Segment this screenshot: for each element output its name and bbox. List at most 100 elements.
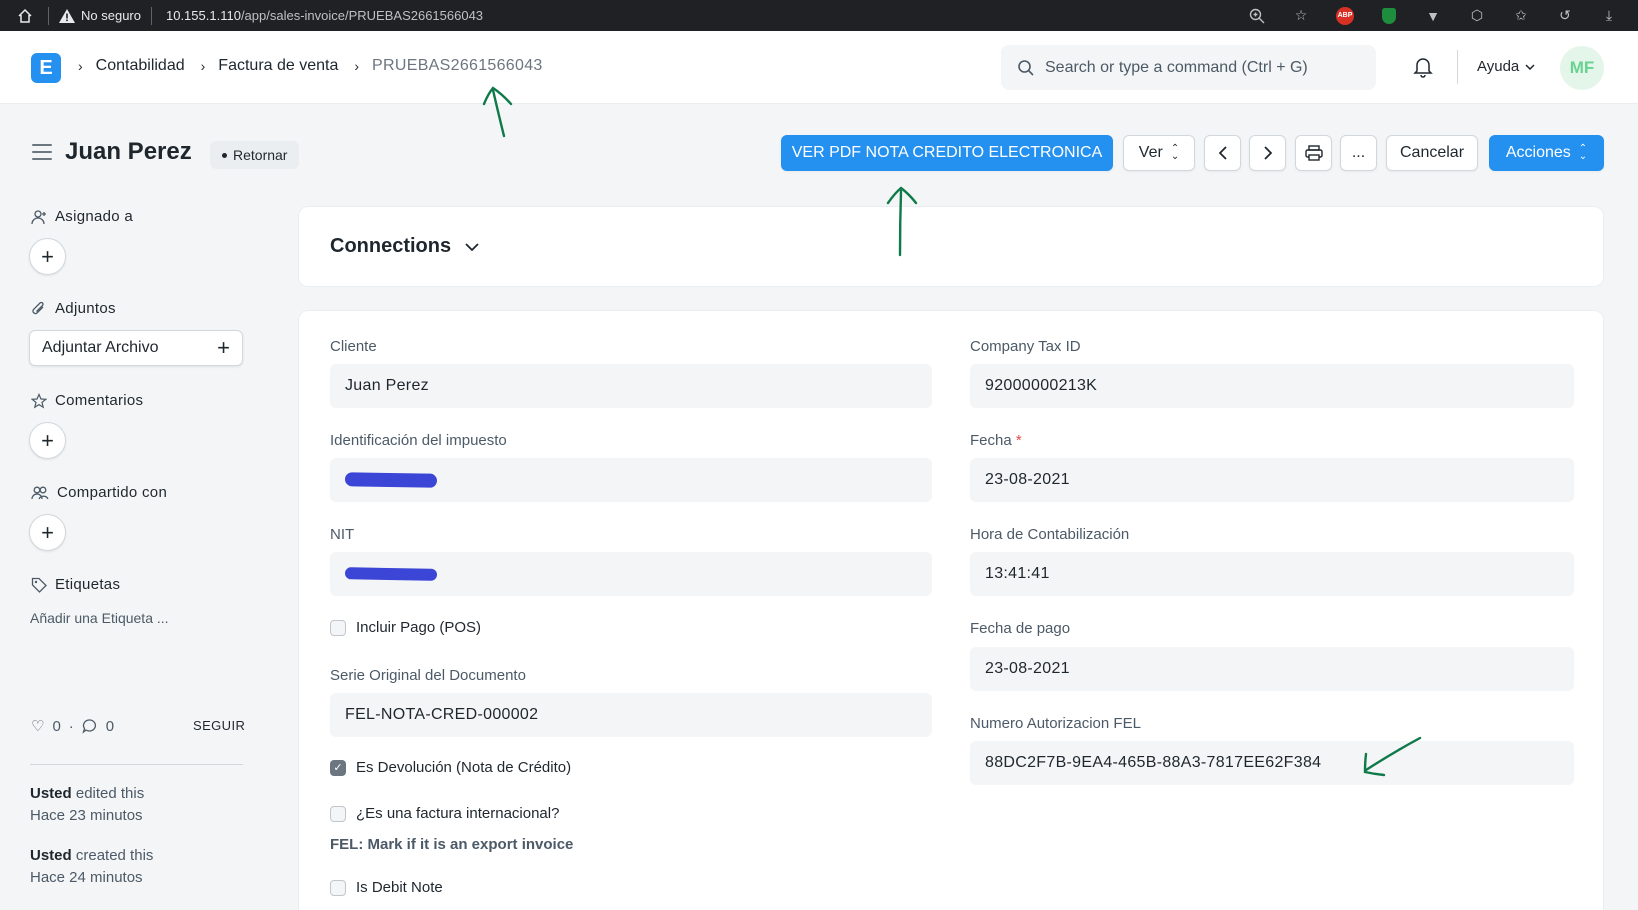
security-indicator[interactable]: No seguro [59, 8, 141, 23]
status-badge: Retornar [210, 141, 300, 169]
original-series-label: Serie Original del Documento [330, 667, 526, 684]
add-tag-link[interactable]: Añadir una Etiqueta ... [30, 610, 169, 626]
toolbar-divider [48, 6, 49, 25]
payment-date-field[interactable]: 23-08-2021 [970, 647, 1574, 691]
search-input[interactable]: Search or type a command (Ctrl + G) [1001, 45, 1376, 90]
status-label: Retornar [233, 147, 288, 163]
star-icon [31, 392, 47, 408]
fel-authorization-label: Numero Autorizacion FEL [970, 715, 1141, 732]
tax-id-field[interactable] [330, 458, 932, 502]
tag-icon [31, 577, 47, 593]
abp-icon[interactable]: ABP [1334, 5, 1356, 27]
breadcrumb-current-document[interactable]: PRUEBAS2661566043 [372, 57, 543, 75]
url-path: /app/sales-invoice/PRUEBAS2661566043 [240, 8, 484, 23]
actions-dropdown-button[interactable]: Acciones ⌃ ⌄ [1489, 135, 1604, 171]
checkbox-box[interactable] [330, 879, 346, 896]
heart-icon[interactable]: ♡ [31, 717, 44, 735]
breadcrumb: › Contabilidad › Factura de venta › PRUE… [78, 57, 559, 75]
chevron-left-icon [1218, 146, 1227, 160]
customer-field[interactable]: Juan Perez [330, 364, 932, 408]
chevron-right-icon: › [78, 58, 83, 74]
more-label: ... [1351, 144, 1366, 161]
shield-icon[interactable] [1378, 5, 1400, 27]
connections-card [298, 206, 1604, 287]
shared-with-label: Compartido con [57, 484, 168, 501]
view-label: Ver [1138, 144, 1163, 161]
is-international-checkbox[interactable]: ¿Es una factura internacional? [330, 805, 559, 822]
next-record-button[interactable] [1249, 135, 1286, 171]
print-button[interactable] [1295, 135, 1332, 171]
follow-button[interactable]: SEGUIR [193, 718, 245, 733]
tags-section: Etiquetas [31, 576, 120, 593]
chevron-right-icon: › [354, 58, 360, 74]
attach-file-button[interactable]: Adjuntar Archivo + [29, 330, 243, 366]
help-label: Ayuda [1477, 58, 1520, 75]
toolbar-divider [150, 6, 152, 25]
extensions-icon[interactable]: ⬡ [1466, 5, 1488, 27]
company-tax-id-field[interactable]: 92000000213K [970, 364, 1574, 408]
download-icon[interactable]: ⤓ [1598, 5, 1620, 27]
view-pdf-credit-note-button[interactable]: VER PDF NOTA CREDITO ELECTRONICA [781, 135, 1113, 171]
updown-icon: ⌃ ⌄ [1170, 143, 1180, 162]
add-assignee-button[interactable]: + [29, 238, 66, 275]
history-icon[interactable]: ↺ [1554, 5, 1576, 27]
chevron-down-icon [465, 242, 479, 251]
posting-time-field[interactable]: 13:41:41 [970, 552, 1574, 596]
users-icon [31, 486, 49, 499]
add-share-button[interactable]: + [29, 514, 66, 551]
security-label: No seguro [81, 8, 141, 23]
cancel-button[interactable]: Cancelar [1386, 135, 1478, 171]
warning-icon [59, 8, 75, 23]
tax-id-label: Identificación del impuesto [330, 432, 507, 449]
checkbox-box[interactable] [330, 619, 346, 636]
include-pos-label: Incluir Pago (POS) [356, 619, 482, 636]
favorites-icon[interactable]: ✩ [1510, 5, 1532, 27]
more-options-button[interactable]: ... [1340, 135, 1377, 171]
vivaldi-icon[interactable]: ▼ [1422, 5, 1444, 27]
comment-bubble-icon[interactable] [82, 718, 98, 734]
activity-user[interactable]: Usted [30, 785, 72, 802]
home-icon[interactable] [14, 5, 36, 27]
tags-label: Etiquetas [55, 576, 121, 593]
fel-authorization-field[interactable]: 88DC2F7B-9EA4-465B-88A3-7817EE62F384 [970, 741, 1574, 785]
app-logo[interactable]: E [31, 53, 61, 83]
star-add-icon[interactable]: ☆ [1290, 5, 1312, 27]
date-field[interactable]: 23-08-2021 [970, 458, 1574, 502]
payment-date-label: Fecha de pago [970, 620, 1071, 637]
attach-file-label: Adjuntar Archivo [42, 339, 159, 356]
help-dropdown[interactable]: Ayuda [1477, 58, 1535, 75]
breadcrumb-contabilidad[interactable]: Contabilidad [96, 57, 185, 75]
view-dropdown-button[interactable]: Ver ⌃ ⌄ [1123, 135, 1195, 171]
checkbox-box-checked[interactable]: ✓ [330, 759, 346, 776]
activity-action: created this [71, 847, 154, 864]
connections-toggle[interactable]: Connections [330, 235, 479, 258]
activity-user[interactable]: Usted [30, 847, 72, 864]
attachments-section: Adjuntos [31, 300, 116, 317]
sidebar-toggle-icon[interactable] [32, 144, 52, 165]
posting-time-label: Hora de Contabilización [970, 526, 1130, 543]
previous-record-button[interactable] [1204, 135, 1241, 171]
updown-icon: ⌃ ⌄ [1578, 143, 1588, 162]
is-debit-note-checkbox[interactable]: Is Debit Note [330, 879, 443, 896]
is-international-label: ¿Es una factura internacional? [356, 805, 560, 822]
nit-field[interactable] [330, 552, 932, 596]
checkbox-box[interactable] [330, 805, 346, 822]
original-series-field[interactable]: FEL-NOTA-CRED-000002 [330, 693, 932, 737]
notification-bell-icon[interactable] [1413, 56, 1433, 83]
company-tax-id-label: Company Tax ID [970, 338, 1081, 355]
add-comment-button[interactable]: + [29, 422, 66, 459]
is-return-checkbox[interactable]: ✓ Es Devolución (Nota de Crédito) [330, 759, 571, 776]
cancel-label: Cancelar [1399, 144, 1465, 161]
export-invoice-description: FEL: Mark if it is an export invoice [330, 836, 574, 853]
address-bar[interactable]: 10.155.1.110/app/sales-invoice/PRUEBAS26… [166, 8, 483, 23]
activity-time: Hace 23 minutos [30, 807, 143, 824]
activity-item: Usted created this Hace 24 minutos [30, 845, 153, 889]
zoom-icon[interactable] [1246, 5, 1268, 27]
user-icon [31, 209, 46, 224]
comments-label: Comentarios [55, 392, 144, 409]
breadcrumb-factura-de-venta[interactable]: Factura de venta [218, 57, 338, 75]
attachments-label: Adjuntos [55, 300, 116, 317]
avatar[interactable]: MF [1560, 46, 1604, 90]
is-return-label: Es Devolución (Nota de Crédito) [356, 759, 572, 776]
include-pos-payment-checkbox[interactable]: Incluir Pago (POS) [330, 619, 481, 636]
